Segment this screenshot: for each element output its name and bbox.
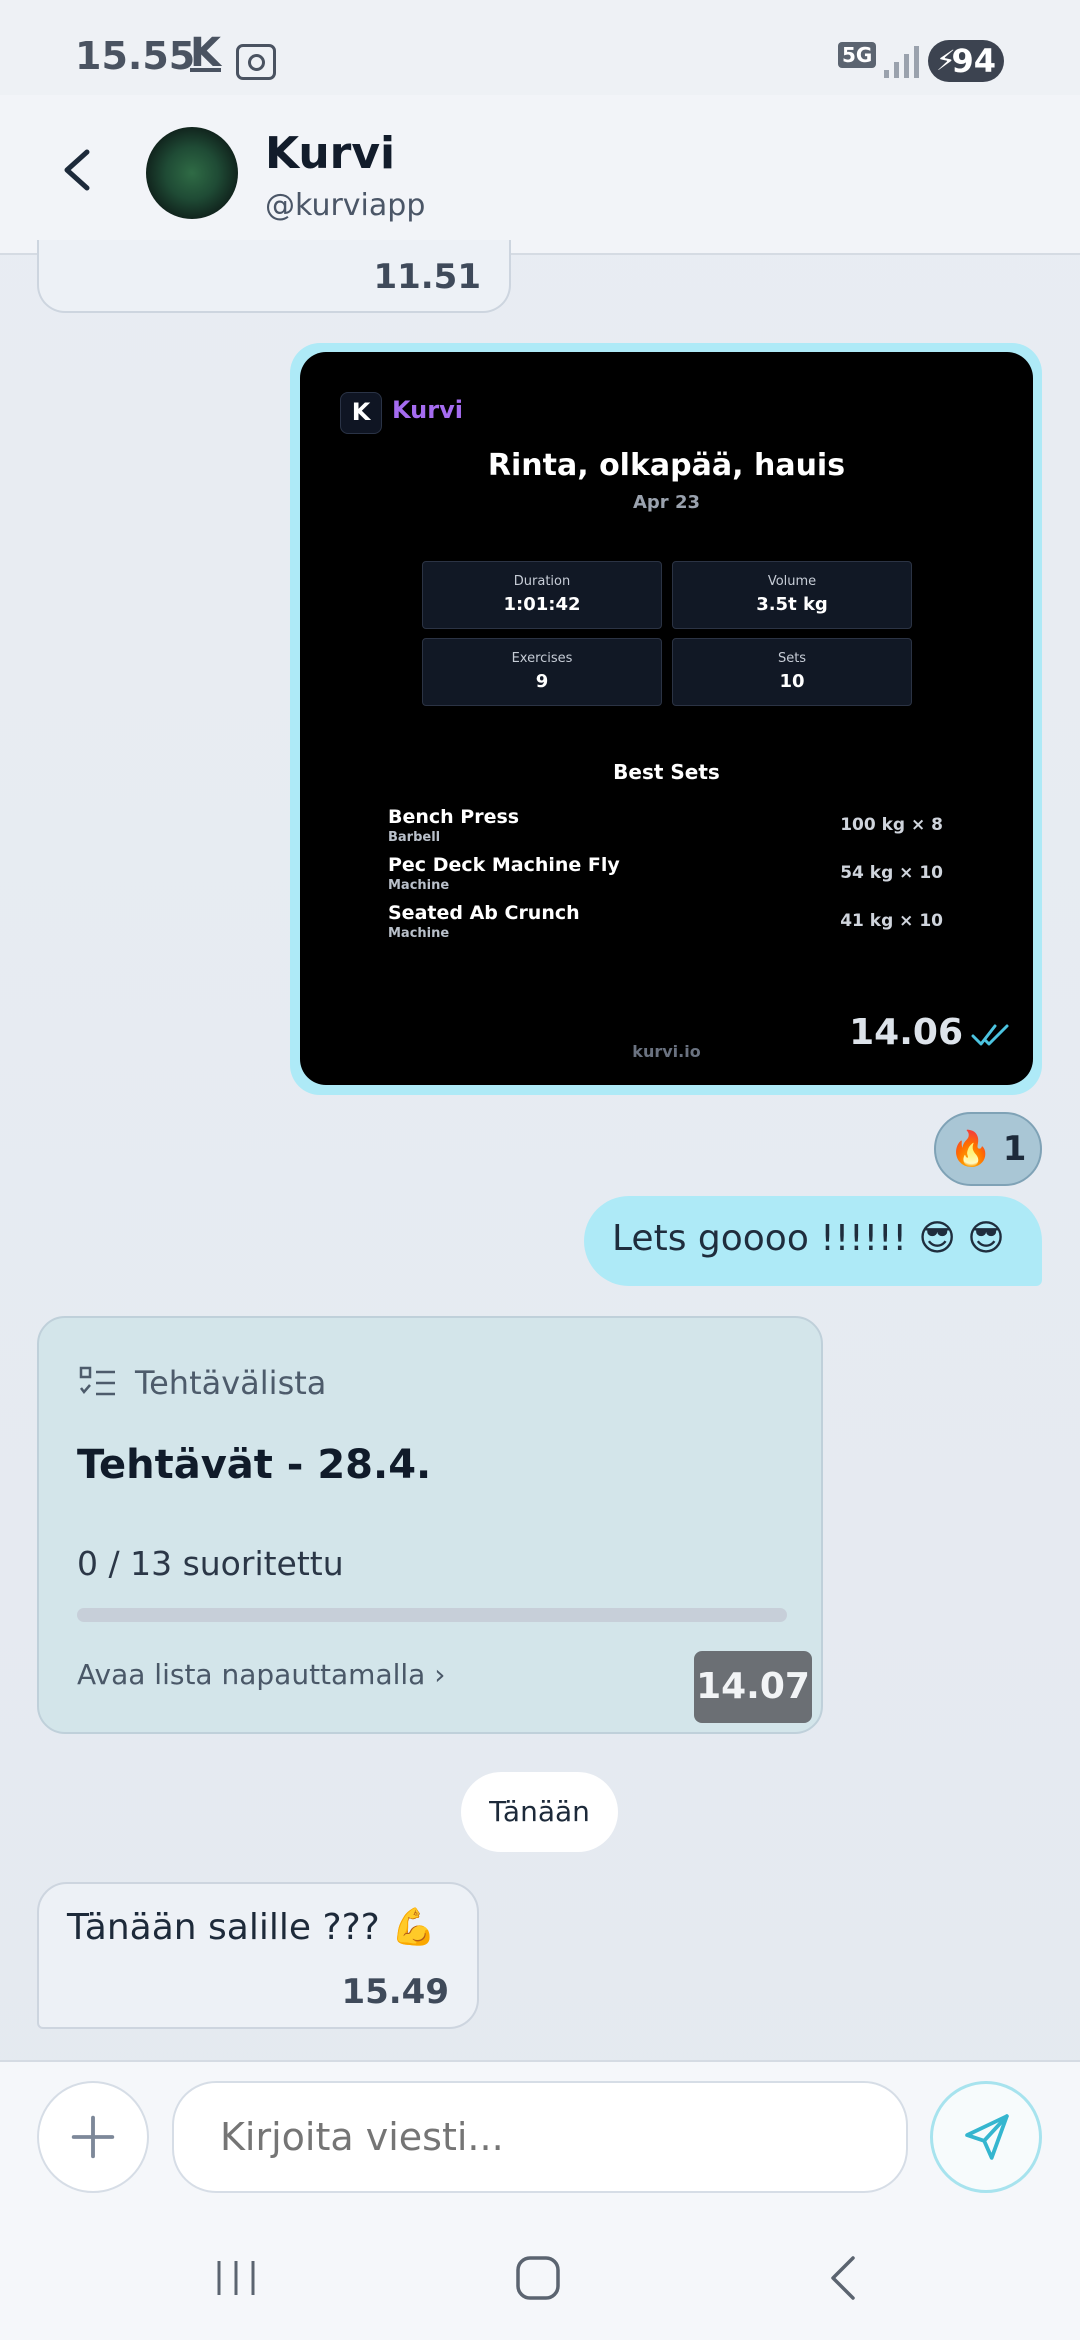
screenshot-icon — [236, 44, 276, 80]
exercise-name: Pec Deck Machine Fly — [388, 854, 620, 876]
message-text: Lets goooo !!!!!! 😎 😎 — [612, 1218, 1005, 1259]
exercise-best-set: 100 kg × 8 — [840, 815, 943, 835]
stat-value: 3.5t kg — [756, 594, 828, 615]
stat-sets: Sets 10 — [672, 638, 912, 706]
card-brand: Kurvi — [392, 396, 463, 424]
checklist-icon — [79, 1366, 115, 1396]
workout-title: Rinta, olkapää, hauis — [487, 448, 846, 483]
exercise-type: Machine — [388, 926, 450, 941]
open-list-link[interactable]: Avaa lista napauttamalla › — [77, 1658, 445, 1691]
recent-apps-icon[interactable] — [213, 2255, 259, 2301]
message-bubble-incoming[interactable]: 11.51 — [37, 240, 511, 313]
charging-icon: ⚡ — [936, 44, 956, 77]
message-bubble-outgoing[interactable]: Lets goooo !!!!!! 😎 😎 — [584, 1196, 1042, 1286]
stat-label: Exercises — [511, 651, 573, 666]
stat-label: Duration — [513, 574, 571, 589]
stat-label: Volume — [767, 574, 817, 589]
contact-handle: @kurviapp — [265, 188, 426, 223]
stat-value: 9 — [535, 671, 549, 692]
task-card-title: Tehtävät - 28.4. — [77, 1442, 432, 1488]
stat-volume: Volume 3.5t kg — [672, 561, 912, 629]
exercise-best-set: 41 kg × 10 — [840, 911, 943, 931]
exercise-name: Bench Press — [388, 806, 520, 828]
nav-back-icon[interactable] — [825, 2254, 861, 2302]
exercise-name: Seated Ab Crunch — [388, 902, 580, 924]
workout-date: Apr 23 — [632, 492, 700, 513]
contact-name[interactable]: Kurvi — [265, 128, 395, 179]
send-button[interactable] — [930, 2081, 1042, 2193]
status-time: 15.55 — [75, 34, 196, 78]
avatar[interactable] — [146, 127, 238, 219]
stat-duration: Duration 1:01:42 — [422, 561, 662, 629]
reaction-badge[interactable]: 🔥 1 — [934, 1112, 1042, 1186]
signal-icon — [884, 46, 919, 78]
stat-label: Sets — [777, 651, 807, 666]
fire-emoji: 🔥 — [949, 1129, 992, 1169]
exercise-type: Machine — [388, 878, 450, 893]
message-time: 14.07 — [694, 1651, 812, 1723]
k-app-icon: K — [190, 30, 221, 76]
message-text: Tänään salille ??? 💪 — [67, 1907, 437, 1948]
stat-value: 10 — [779, 671, 805, 692]
message-input[interactable] — [172, 2081, 908, 2193]
network-5g-icon: 5G — [838, 42, 877, 68]
add-attachment-button[interactable] — [37, 2081, 149, 2193]
message-time: 15.49 — [341, 1972, 449, 2012]
message-time: 14.06 — [849, 1012, 963, 1053]
task-card-type: Tehtävälista — [135, 1364, 327, 1402]
best-sets-title: Best Sets — [613, 760, 720, 784]
stat-exercises: Exercises 9 — [422, 638, 662, 706]
back-button[interactable] — [55, 140, 105, 200]
message-time: 11.51 — [373, 257, 481, 297]
message-bubble-incoming[interactable]: Tänään salille ??? 💪 15.49 — [37, 1882, 479, 2029]
kurvi-logo-icon: K — [340, 392, 382, 434]
task-list-card[interactable]: Tehtävälista Tehtävät - 28.4. 0 / 13 suo… — [37, 1316, 823, 1734]
home-icon[interactable] — [514, 2254, 562, 2302]
workout-share-image[interactable]: K Kurvi Rinta, olkapää, hauis Apr 23 Dur… — [300, 352, 1033, 1085]
date-divider: Tänään — [461, 1772, 618, 1852]
task-progress-text: 0 / 13 suoritettu — [77, 1544, 344, 1583]
exercise-best-set: 54 kg × 10 — [840, 863, 943, 883]
stat-value: 1:01:42 — [503, 594, 581, 615]
exercise-type: Barbell — [388, 830, 441, 845]
task-progress-bar — [77, 1608, 787, 1622]
reaction-count: 1 — [1002, 1129, 1027, 1169]
read-receipt-icon — [971, 1024, 1009, 1046]
